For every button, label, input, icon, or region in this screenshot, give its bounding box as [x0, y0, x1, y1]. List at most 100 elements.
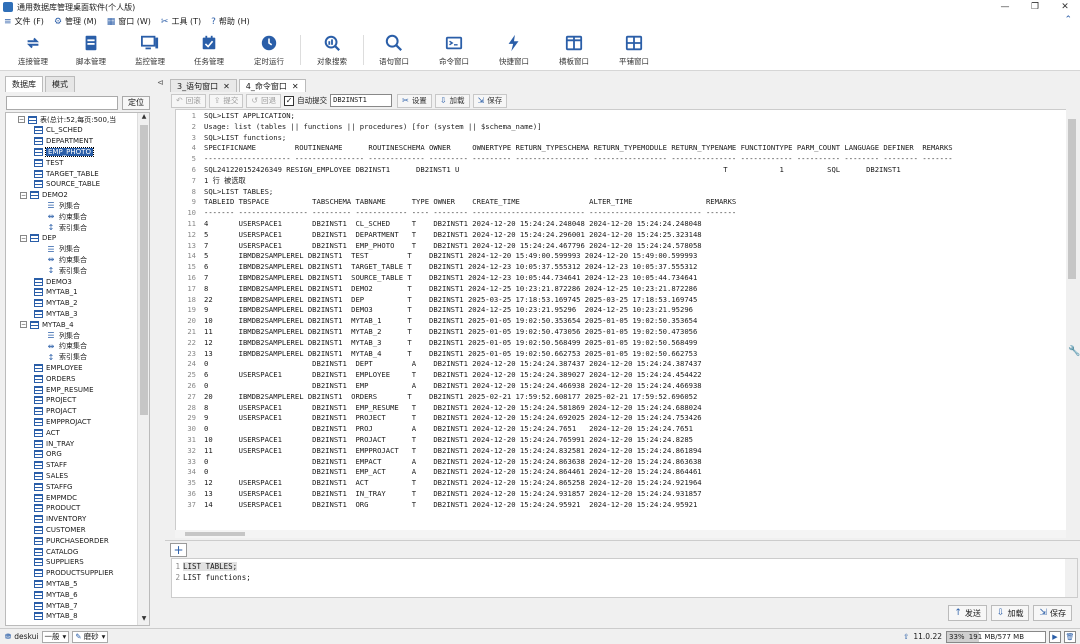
command-output[interactable]: 1 SQL>LIST APPLICATION; 2 Usage: list (tabl…: [175, 109, 1068, 536]
tree-item[interactable]: ↕ 索引集合: [46, 352, 87, 363]
collapse-icon[interactable]: −: [18, 116, 25, 123]
tree-item[interactable]: CL_SCHED: [34, 125, 83, 136]
tree-item[interactable]: INVENTORY: [34, 514, 86, 525]
collapse-ribbon-icon[interactable]: ⌃: [1064, 15, 1072, 25]
collapse-icon[interactable]: −: [20, 191, 27, 199]
task-manager-button[interactable]: 任务管理: [180, 29, 238, 71]
tree-item[interactable]: ↕ 索引集合: [46, 222, 87, 233]
object-search-button[interactable]: 对象搜索: [301, 29, 363, 71]
tree-item[interactable]: STAFFG: [34, 481, 72, 492]
maximize-button[interactable]: ❐: [1020, 0, 1050, 14]
tree-item[interactable]: ☰ 列集合: [46, 200, 80, 211]
locate-button[interactable]: 定位: [122, 96, 150, 110]
connection-manager-button[interactable]: 连接管理: [4, 29, 62, 71]
tree-item[interactable]: MYTAB_3: [34, 308, 78, 319]
tree-item[interactable]: PRODUCT: [34, 503, 80, 514]
tree-item[interactable]: − 表(总计:52,每页:500,当: [18, 114, 116, 125]
menu-file[interactable]: ≡ 文件 (F): [4, 16, 44, 27]
trash-icon[interactable]: 🗑: [1064, 630, 1076, 643]
script-manager-button[interactable]: 脚本管理: [62, 29, 120, 71]
tree-item[interactable]: EMPMDC: [34, 492, 77, 503]
tree-item[interactable]: ORDERS: [34, 373, 76, 384]
tree-item[interactable]: SALES: [34, 470, 68, 481]
close-button[interactable]: ✕: [1050, 0, 1080, 14]
commit-button[interactable]: ⇪ 提交: [208, 93, 244, 108]
output-scrollbar[interactable]: [1066, 109, 1078, 536]
close-icon[interactable]: ✕: [223, 82, 230, 91]
tree-item[interactable]: ACT: [34, 427, 60, 438]
tree-item[interactable]: − MYTAB_4: [20, 319, 74, 330]
tab-schema[interactable]: 模式: [45, 76, 75, 92]
tree-item[interactable]: ⇹ 约束集合: [46, 254, 87, 265]
scroll-down-icon[interactable]: ▼: [138, 615, 150, 625]
statement-window-button[interactable]: 语句窗口: [364, 29, 424, 71]
tile-window-button[interactable]: 平铺窗口: [604, 29, 664, 71]
tree-item[interactable]: EMP_RESUME: [34, 384, 94, 395]
tree-item[interactable]: CATALOG: [34, 546, 78, 557]
tree-item[interactable]: MYTAB_7: [34, 600, 78, 611]
tree-item[interactable]: PROJECT: [34, 395, 76, 406]
scroll-thumb[interactable]: [185, 532, 245, 536]
tree-item[interactable]: EMP_PHOTO: [34, 146, 94, 157]
tree-item[interactable]: MYTAB_1: [34, 287, 78, 298]
tree-item[interactable]: IN_TRAY: [34, 438, 74, 449]
tree-item[interactable]: − DEMO2: [20, 190, 68, 201]
add-button[interactable]: +: [170, 543, 187, 557]
load-button[interactable]: ⇩ 加载: [434, 93, 470, 108]
memory-bar[interactable]: 33% 191 MB/577 MB: [946, 630, 1046, 643]
tree-item[interactable]: SOURCE_TABLE: [34, 179, 100, 190]
load-script-button[interactable]: ⇩ 加载: [990, 605, 1030, 621]
save-script-button[interactable]: ⇲ 保存: [1033, 605, 1072, 621]
rollback-button[interactable]: ↶ 回滚: [171, 93, 206, 108]
horizontal-window-button[interactable]: 横板窗口: [544, 29, 604, 71]
theme-select[interactable]: ✎ 磨砂 ▾: [72, 630, 109, 643]
tree-item[interactable]: MYTAB_6: [34, 589, 78, 600]
quick-window-button[interactable]: 快捷窗口: [484, 29, 544, 71]
tree-item[interactable]: DEMO3: [34, 276, 72, 287]
tree-item[interactable]: ↕ 索引集合: [46, 265, 87, 276]
menu-help[interactable]: ? 帮助 (H): [211, 16, 250, 27]
tree-item[interactable]: EMPPROJACT: [34, 416, 91, 427]
tree-item[interactable]: − DEP: [20, 233, 56, 244]
sql-input[interactable]: 1 LIST TABLES; 2 LIST functions;: [171, 558, 1078, 598]
scheduled-run-button[interactable]: 定时运行: [238, 29, 300, 71]
tree-item[interactable]: SUPPLIERS: [34, 557, 84, 568]
play-icon[interactable]: ▶: [1049, 630, 1061, 643]
tree-item[interactable]: CUSTOMER: [34, 524, 86, 535]
tree-item[interactable]: PRODUCTSUPPLIER: [34, 568, 114, 579]
scroll-thumb[interactable]: [140, 125, 148, 415]
level-select[interactable]: 一般 ▾: [41, 630, 70, 643]
menu-manage[interactable]: ⚙ 管理 (M): [54, 16, 97, 27]
pin-icon[interactable]: ⊲: [157, 78, 164, 87]
command-window-button[interactable]: 命令窗口: [424, 29, 484, 71]
tree-item[interactable]: MYTAB_5: [34, 578, 78, 589]
tab-statement-window[interactable]: 3_语句窗口 ✕: [170, 79, 237, 92]
output-hscrollbar[interactable]: [175, 530, 1066, 538]
tab-command-window[interactable]: 4_命令窗口 ✕: [238, 79, 306, 92]
settings-button[interactable]: ✂ 设置: [397, 93, 432, 108]
scroll-up-icon[interactable]: ▲: [138, 113, 150, 123]
tree-item[interactable]: ⇹ 约束集合: [46, 211, 87, 222]
close-icon[interactable]: ✕: [292, 82, 299, 91]
tree-item[interactable]: STAFF: [34, 460, 67, 471]
collapse-icon[interactable]: −: [20, 321, 27, 329]
tree-item[interactable]: PURCHASEORDER: [34, 535, 109, 546]
tree-item[interactable]: EMPLOYEE: [34, 362, 83, 373]
tree-item[interactable]: ORG: [34, 449, 62, 460]
menu-tools[interactable]: ✂ 工具 (T): [161, 16, 201, 27]
tree-item[interactable]: TEST: [34, 157, 63, 168]
minimize-button[interactable]: —: [990, 0, 1020, 14]
locate-input[interactable]: [6, 96, 118, 110]
tree-item[interactable]: PROJACT: [34, 406, 76, 417]
tree-item[interactable]: MYTAB_8: [34, 611, 78, 622]
tree-item[interactable]: ⇹ 约束集合: [46, 341, 87, 352]
tree-item[interactable]: TARGET_TABLE: [34, 168, 99, 179]
tree-item[interactable]: DEPARTMENT: [34, 136, 93, 147]
tree-item[interactable]: ☰ 列集合: [46, 244, 80, 255]
menu-window[interactable]: ▦ 窗口 (W): [107, 16, 151, 27]
collapse-icon[interactable]: −: [20, 234, 27, 242]
monitor-manager-button[interactable]: 监控管理: [120, 29, 180, 71]
tree-scrollbar[interactable]: ▲ ▼: [137, 113, 149, 625]
scroll-thumb[interactable]: [1068, 119, 1076, 279]
tree-item[interactable]: ☰ 列集合: [46, 330, 80, 341]
